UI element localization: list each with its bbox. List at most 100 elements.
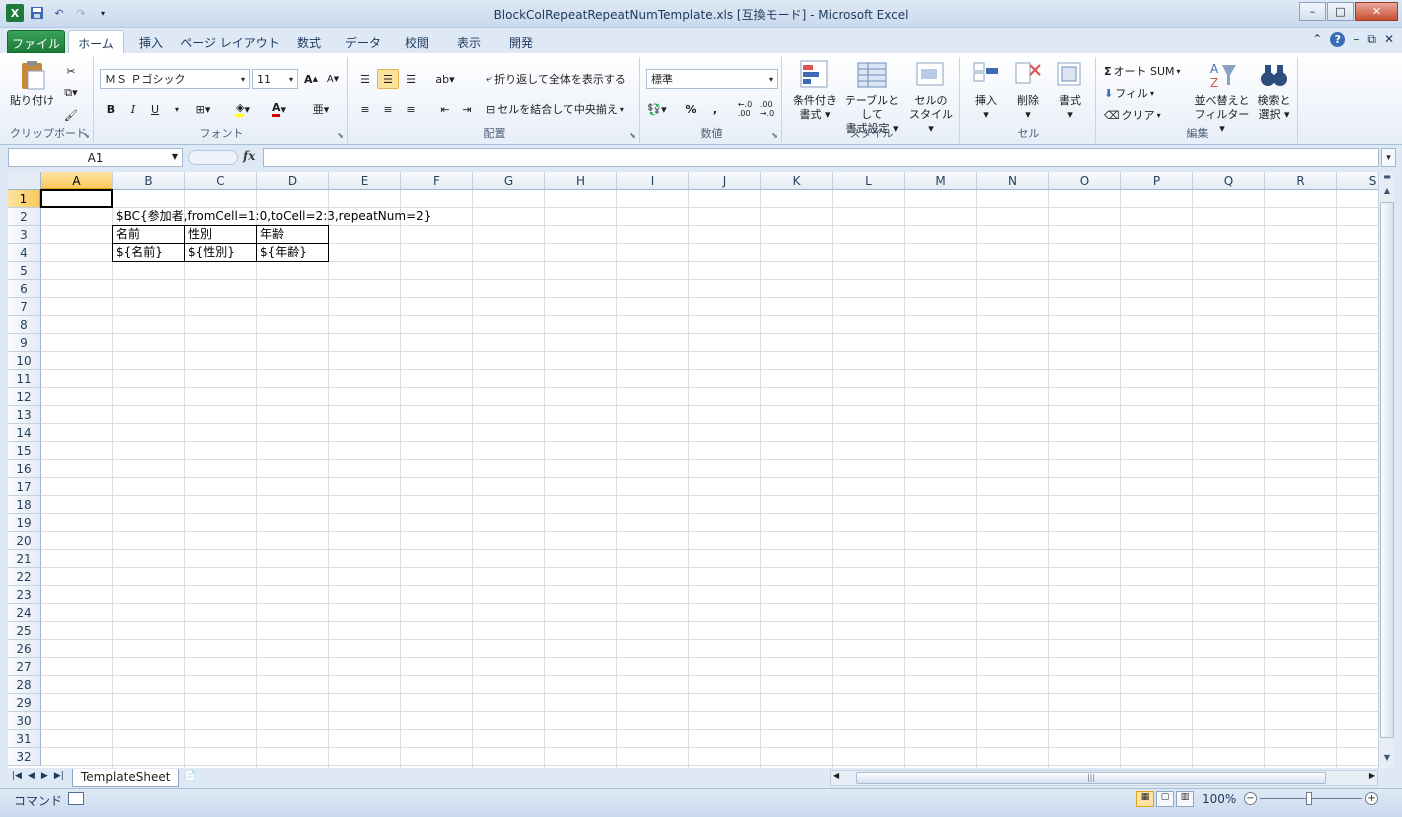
- find-select-button[interactable]: 検索と 選択 ▾: [1252, 59, 1296, 122]
- worksheet-grid[interactable]: A B C D E F G H I J K L M N O P Q R S 1 2 3 4 5 6 7 8 9 10 11 12 13 14 15…: [8, 172, 1378, 768]
- column-header-q[interactable]: Q: [1193, 172, 1265, 190]
- font-color-icon[interactable]: A ▾: [268, 99, 290, 119]
- row-header-22[interactable]: 22: [8, 568, 41, 586]
- decrease-decimal-icon[interactable]: .00 →.0: [756, 99, 778, 119]
- scroll-left-icon[interactable]: ◀: [833, 771, 839, 780]
- cell-b3[interactable]: 名前: [112, 225, 185, 244]
- next-sheet-icon[interactable]: ▶: [41, 771, 48, 781]
- column-header-j[interactable]: J: [689, 172, 761, 190]
- row-header-20[interactable]: 20: [8, 532, 41, 550]
- row-header-23[interactable]: 23: [8, 586, 41, 604]
- first-sheet-icon[interactable]: |◀: [12, 771, 22, 781]
- column-header-d[interactable]: D: [257, 172, 329, 190]
- column-header-c[interactable]: C: [185, 172, 257, 190]
- page-layout-view-icon[interactable]: ▢: [1156, 791, 1174, 807]
- macro-record-icon[interactable]: [68, 792, 84, 805]
- row-header-8[interactable]: 8: [8, 316, 41, 334]
- row-header-14[interactable]: 14: [8, 424, 41, 442]
- fill-color-icon[interactable]: ◈ ▾: [232, 99, 254, 119]
- last-sheet-icon[interactable]: ▶|: [54, 771, 64, 781]
- doc-restore-icon[interactable]: ⧉: [1367, 32, 1376, 47]
- percent-style-button[interactable]: %: [680, 99, 702, 119]
- expand-formula-bar-icon[interactable]: ▾: [1381, 148, 1396, 167]
- column-header-i[interactable]: I: [617, 172, 689, 190]
- zoom-in-icon[interactable]: +: [1365, 792, 1378, 805]
- doc-close-icon[interactable]: ✕: [1384, 32, 1394, 47]
- doc-minimize-icon[interactable]: –: [1353, 32, 1359, 47]
- row-header-28[interactable]: 28: [8, 676, 41, 694]
- maximize-button[interactable]: □: [1327, 2, 1354, 21]
- zoom-slider-knob[interactable]: [1306, 792, 1312, 805]
- close-button[interactable]: ✕: [1355, 2, 1398, 21]
- tab-data[interactable]: データ: [337, 30, 389, 53]
- tab-formulas[interactable]: 数式: [286, 30, 332, 53]
- row-header-4[interactable]: 4: [8, 244, 41, 262]
- tab-insert[interactable]: 挿入: [128, 30, 174, 53]
- accounting-format-icon[interactable]: 💱▾: [646, 99, 668, 119]
- column-header-l[interactable]: L: [833, 172, 905, 190]
- paste-button[interactable]: 貼り付け: [10, 59, 54, 108]
- number-dialog-launcher-icon[interactable]: ⬊: [771, 131, 778, 140]
- increase-indent-icon[interactable]: ⇥: [456, 99, 478, 119]
- cell-d4[interactable]: ${年齢}: [256, 243, 329, 262]
- row-header-16[interactable]: 16: [8, 460, 41, 478]
- formula-input[interactable]: [263, 148, 1379, 167]
- cell-c3[interactable]: 性別: [184, 225, 257, 244]
- insert-cells-button[interactable]: 挿入 ▾: [966, 59, 1006, 122]
- cell-d3[interactable]: 年齢: [256, 225, 329, 244]
- number-format-select[interactable]: 標準 ▾: [646, 69, 778, 89]
- underline-dropdown-icon[interactable]: ▾: [166, 99, 188, 119]
- row-header-9[interactable]: 9: [8, 334, 41, 352]
- orientation-icon[interactable]: ab▾: [434, 69, 456, 89]
- font-dialog-launcher-icon[interactable]: ⬊: [337, 131, 344, 140]
- tab-file[interactable]: ファイル: [7, 30, 65, 53]
- align-center-icon[interactable]: ≡: [377, 99, 399, 119]
- row-header-18[interactable]: 18: [8, 496, 41, 514]
- column-header-a[interactable]: A: [41, 172, 113, 190]
- row-header-12[interactable]: 12: [8, 388, 41, 406]
- grow-font-icon[interactable]: A ▲: [300, 69, 322, 89]
- column-header-s[interactable]: S: [1337, 172, 1378, 190]
- tab-view[interactable]: 表示: [447, 30, 491, 53]
- active-cell-a1[interactable]: [40, 189, 113, 208]
- tab-page-layout[interactable]: ページ レイアウト: [180, 30, 280, 53]
- row-header-26[interactable]: 26: [8, 640, 41, 658]
- row-header-24[interactable]: 24: [8, 604, 41, 622]
- column-header-b[interactable]: B: [113, 172, 185, 190]
- minimize-button[interactable]: –: [1299, 2, 1326, 21]
- row-header-21[interactable]: 21: [8, 550, 41, 568]
- row-header-7[interactable]: 7: [8, 298, 41, 316]
- delete-cells-button[interactable]: 削除 ▾: [1008, 59, 1048, 122]
- split-box-icon[interactable]: ▬: [1380, 172, 1394, 187]
- row-header-25[interactable]: 25: [8, 622, 41, 640]
- row-header-17[interactable]: 17: [8, 478, 41, 496]
- row-header-3[interactable]: 3: [8, 226, 41, 244]
- column-header-o[interactable]: O: [1049, 172, 1121, 190]
- align-right-icon[interactable]: ≡: [400, 99, 422, 119]
- clear-button[interactable]: ⌫ クリア ▾: [1104, 107, 1161, 123]
- clipboard-dialog-launcher-icon[interactable]: ⬊: [83, 131, 90, 140]
- prev-sheet-icon[interactable]: ◀: [28, 771, 35, 781]
- autosum-button[interactable]: Σ オート SUM ▾: [1104, 63, 1181, 79]
- vertical-scroll-thumb[interactable]: [1380, 202, 1394, 738]
- row-header-32[interactable]: 32: [8, 748, 41, 766]
- cut-icon[interactable]: ✂: [60, 61, 82, 81]
- align-middle-icon[interactable]: ☰: [377, 69, 399, 89]
- zoom-level[interactable]: 100%: [1202, 792, 1236, 806]
- column-header-h[interactable]: H: [545, 172, 617, 190]
- decrease-indent-icon[interactable]: ⇤: [434, 99, 456, 119]
- scroll-right-icon[interactable]: ▶: [1369, 771, 1375, 780]
- align-bottom-icon[interactable]: ☰: [400, 69, 422, 89]
- row-header-27[interactable]: 27: [8, 658, 41, 676]
- zoom-slider[interactable]: − +: [1244, 792, 1378, 806]
- column-header-k[interactable]: K: [761, 172, 833, 190]
- scroll-up-icon[interactable]: ▲: [1380, 186, 1394, 201]
- row-header-2[interactable]: 2: [8, 208, 41, 226]
- cell-c4[interactable]: ${性別}: [184, 243, 257, 262]
- row-header-30[interactable]: 30: [8, 712, 41, 730]
- cell-b4[interactable]: ${名前}: [112, 243, 185, 262]
- row-header-15[interactable]: 15: [8, 442, 41, 460]
- wrap-text-button[interactable]: ⤶ 折り返して全体を表示する: [486, 71, 626, 87]
- row-header-6[interactable]: 6: [8, 280, 41, 298]
- increase-decimal-icon[interactable]: ←.0.00: [734, 99, 756, 119]
